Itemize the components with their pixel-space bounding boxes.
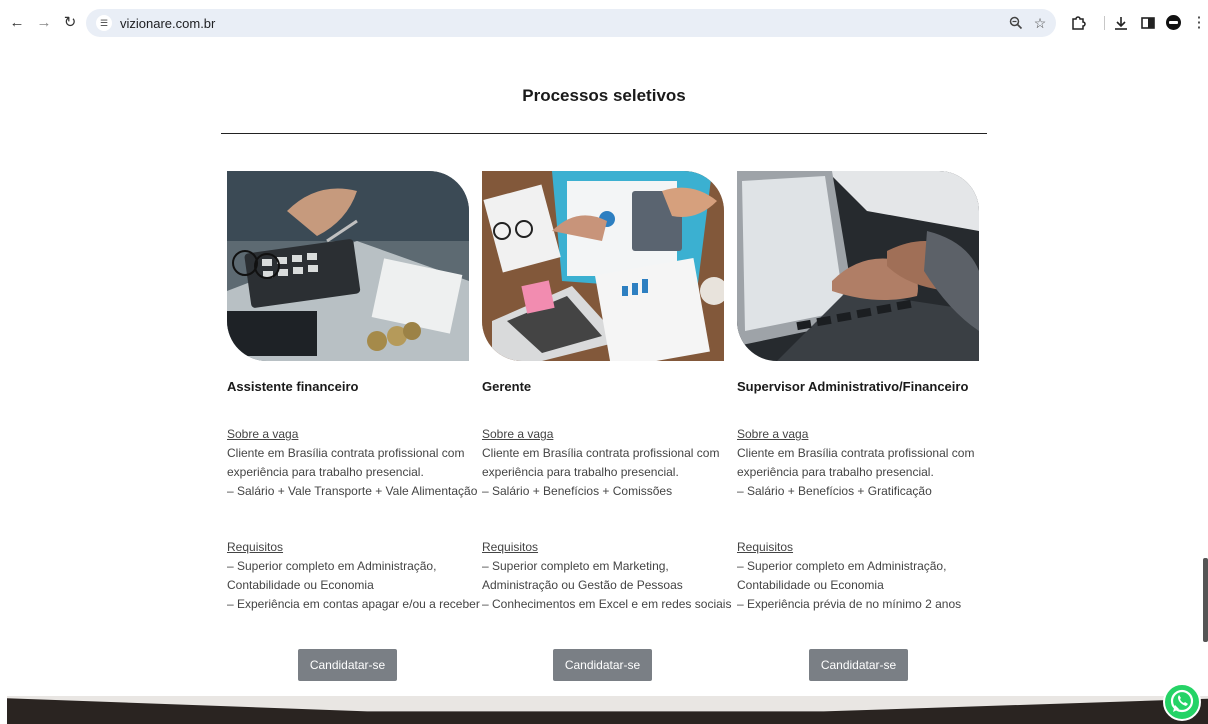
about-line: experiência para trabalho presencial. [737, 465, 934, 479]
requirement-line: – Superior completo em Marketing, [482, 559, 669, 573]
job-card-gerente: Gerente Sobre a vaga Cliente em Brasília… [482, 171, 731, 683]
back-arrow-icon[interactable]: ← [9, 15, 25, 31]
requirement-line: – Experiência prévia de no mínimo 2 anos [737, 597, 962, 611]
side-panel-icon[interactable] [1139, 14, 1157, 32]
requirements-heading: Requisitos [482, 540, 539, 554]
requirement-line: – Conhecimentos em Excel e em redes soci… [482, 597, 732, 611]
site-info-icon[interactable]: ☰ [96, 15, 112, 31]
about-heading: Sobre a vaga [737, 427, 809, 441]
requirement-line: Administração ou Gestão de Pessoas [482, 578, 683, 592]
requirement-line: Contabilidade ou Economia [737, 578, 884, 592]
download-icon[interactable] [1112, 14, 1130, 32]
whatsapp-icon[interactable] [1163, 683, 1201, 721]
about-line: – Salário + Vale Transporte + Vale Alime… [227, 484, 478, 498]
about-line: – Salário + Benefícios + Gratificação [737, 484, 932, 498]
requirement-line: Contabilidade ou Economia [227, 578, 374, 592]
title-divider [221, 133, 987, 134]
requirement-line: – Superior completo em Administração, [227, 559, 437, 573]
requirements-heading: Requisitos [227, 540, 284, 554]
apply-button[interactable]: Candidatar-se [298, 649, 397, 681]
job-title: Assistente financeiro [227, 379, 359, 394]
about-line: Cliente em Brasília contrata profissiona… [737, 446, 975, 460]
requirement-line: – Experiência em contas apagar e/ou a re… [227, 597, 480, 611]
about-line: – Salário + Benefícios + Comissões [482, 484, 673, 498]
requirements-heading: Requisitos [737, 540, 794, 554]
about-line: Cliente em Brasília contrata profissiona… [482, 446, 720, 460]
bookmark-star-icon[interactable]: ☆ [1032, 15, 1048, 31]
kebab-menu-icon[interactable]: ⋮ [1190, 14, 1208, 32]
zoom-icon[interactable] [1008, 15, 1024, 31]
profile-avatar-icon[interactable] [1166, 15, 1181, 30]
reload-icon[interactable]: ↻ [62, 15, 78, 31]
apply-button[interactable]: Candidatar-se [809, 649, 908, 681]
footer-banner-image [7, 696, 1208, 724]
job-card-assistente-financeiro: Assistente financeiro Sobre a vaga Clien… [227, 171, 480, 683]
job-image-calculator [227, 171, 469, 361]
browser-toolbar: ← → ↻ ☰ vizionare.com.br ☆ ⋮ [0, 0, 1208, 44]
about-heading: Sobre a vaga [482, 427, 554, 441]
about-line: experiência para trabalho presencial. [482, 465, 679, 479]
toolbar-separator [1104, 16, 1105, 30]
about-line: Cliente em Brasília contrata profissiona… [227, 446, 465, 460]
page-title: Processos seletivos [522, 86, 686, 105]
scrollbar-thumb[interactable] [1203, 558, 1208, 642]
job-image-desk [482, 171, 724, 361]
apply-button[interactable]: Candidatar-se [553, 649, 652, 681]
job-title: Gerente [482, 379, 532, 394]
forward-arrow-icon[interactable]: → [36, 15, 52, 31]
job-title: Supervisor Administrativo/Financeiro [737, 379, 969, 394]
address-bar[interactable]: ☰ vizionare.com.br ☆ [86, 9, 1056, 37]
job-image-laptop [737, 171, 979, 361]
url-text[interactable]: vizionare.com.br [120, 16, 215, 31]
job-card-supervisor: Supervisor Administrativo/Financeiro Sob… [737, 171, 979, 683]
about-heading: Sobre a vaga [227, 427, 299, 441]
footer-banner-light [7, 696, 1208, 712]
extensions-puzzle-icon[interactable] [1069, 14, 1087, 32]
about-line: experiência para trabalho presencial. [227, 465, 424, 479]
requirement-line: – Superior completo em Administração, [737, 559, 947, 573]
